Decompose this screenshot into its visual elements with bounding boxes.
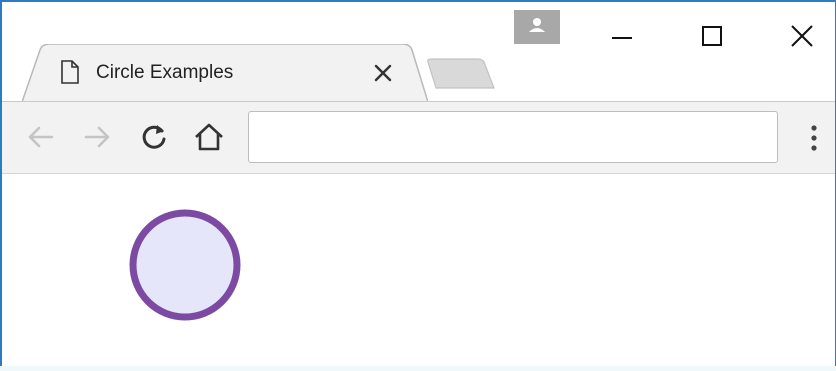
- back-button[interactable]: [24, 120, 58, 154]
- close-icon: [791, 25, 813, 47]
- person-icon: [529, 18, 545, 32]
- home-icon: [195, 123, 223, 151]
- maximize-button[interactable]: [682, 12, 742, 60]
- new-tab-button[interactable]: [426, 58, 496, 90]
- bottom-edge: [0, 366, 836, 371]
- minimize-button[interactable]: [592, 12, 652, 60]
- minimize-icon: [612, 37, 632, 39]
- reload-icon: [142, 125, 166, 149]
- forward-button[interactable]: [80, 120, 114, 154]
- page-content: [2, 174, 835, 369]
- browser-window: Circle Examples: [0, 0, 836, 371]
- back-arrow-icon: [28, 126, 54, 148]
- tab-close-icon[interactable]: [372, 62, 394, 84]
- circle-shape: [129, 209, 241, 321]
- browser-toolbar: [2, 101, 835, 174]
- reload-button[interactable]: [137, 120, 171, 154]
- kebab-menu-icon: [811, 125, 817, 151]
- address-bar-input[interactable]: [248, 111, 778, 163]
- browser-menu-button[interactable]: [802, 120, 826, 156]
- home-button[interactable]: [192, 120, 226, 154]
- title-bar: Circle Examples: [2, 2, 835, 102]
- window-close-button[interactable]: [772, 12, 832, 60]
- profile-avatar-button[interactable]: [514, 10, 560, 44]
- document-icon: [60, 60, 80, 84]
- tab-circle-examples[interactable]: Circle Examples: [22, 44, 428, 102]
- maximize-icon: [702, 26, 722, 46]
- forward-arrow-icon: [84, 126, 110, 148]
- tab-title: Circle Examples: [96, 62, 234, 83]
